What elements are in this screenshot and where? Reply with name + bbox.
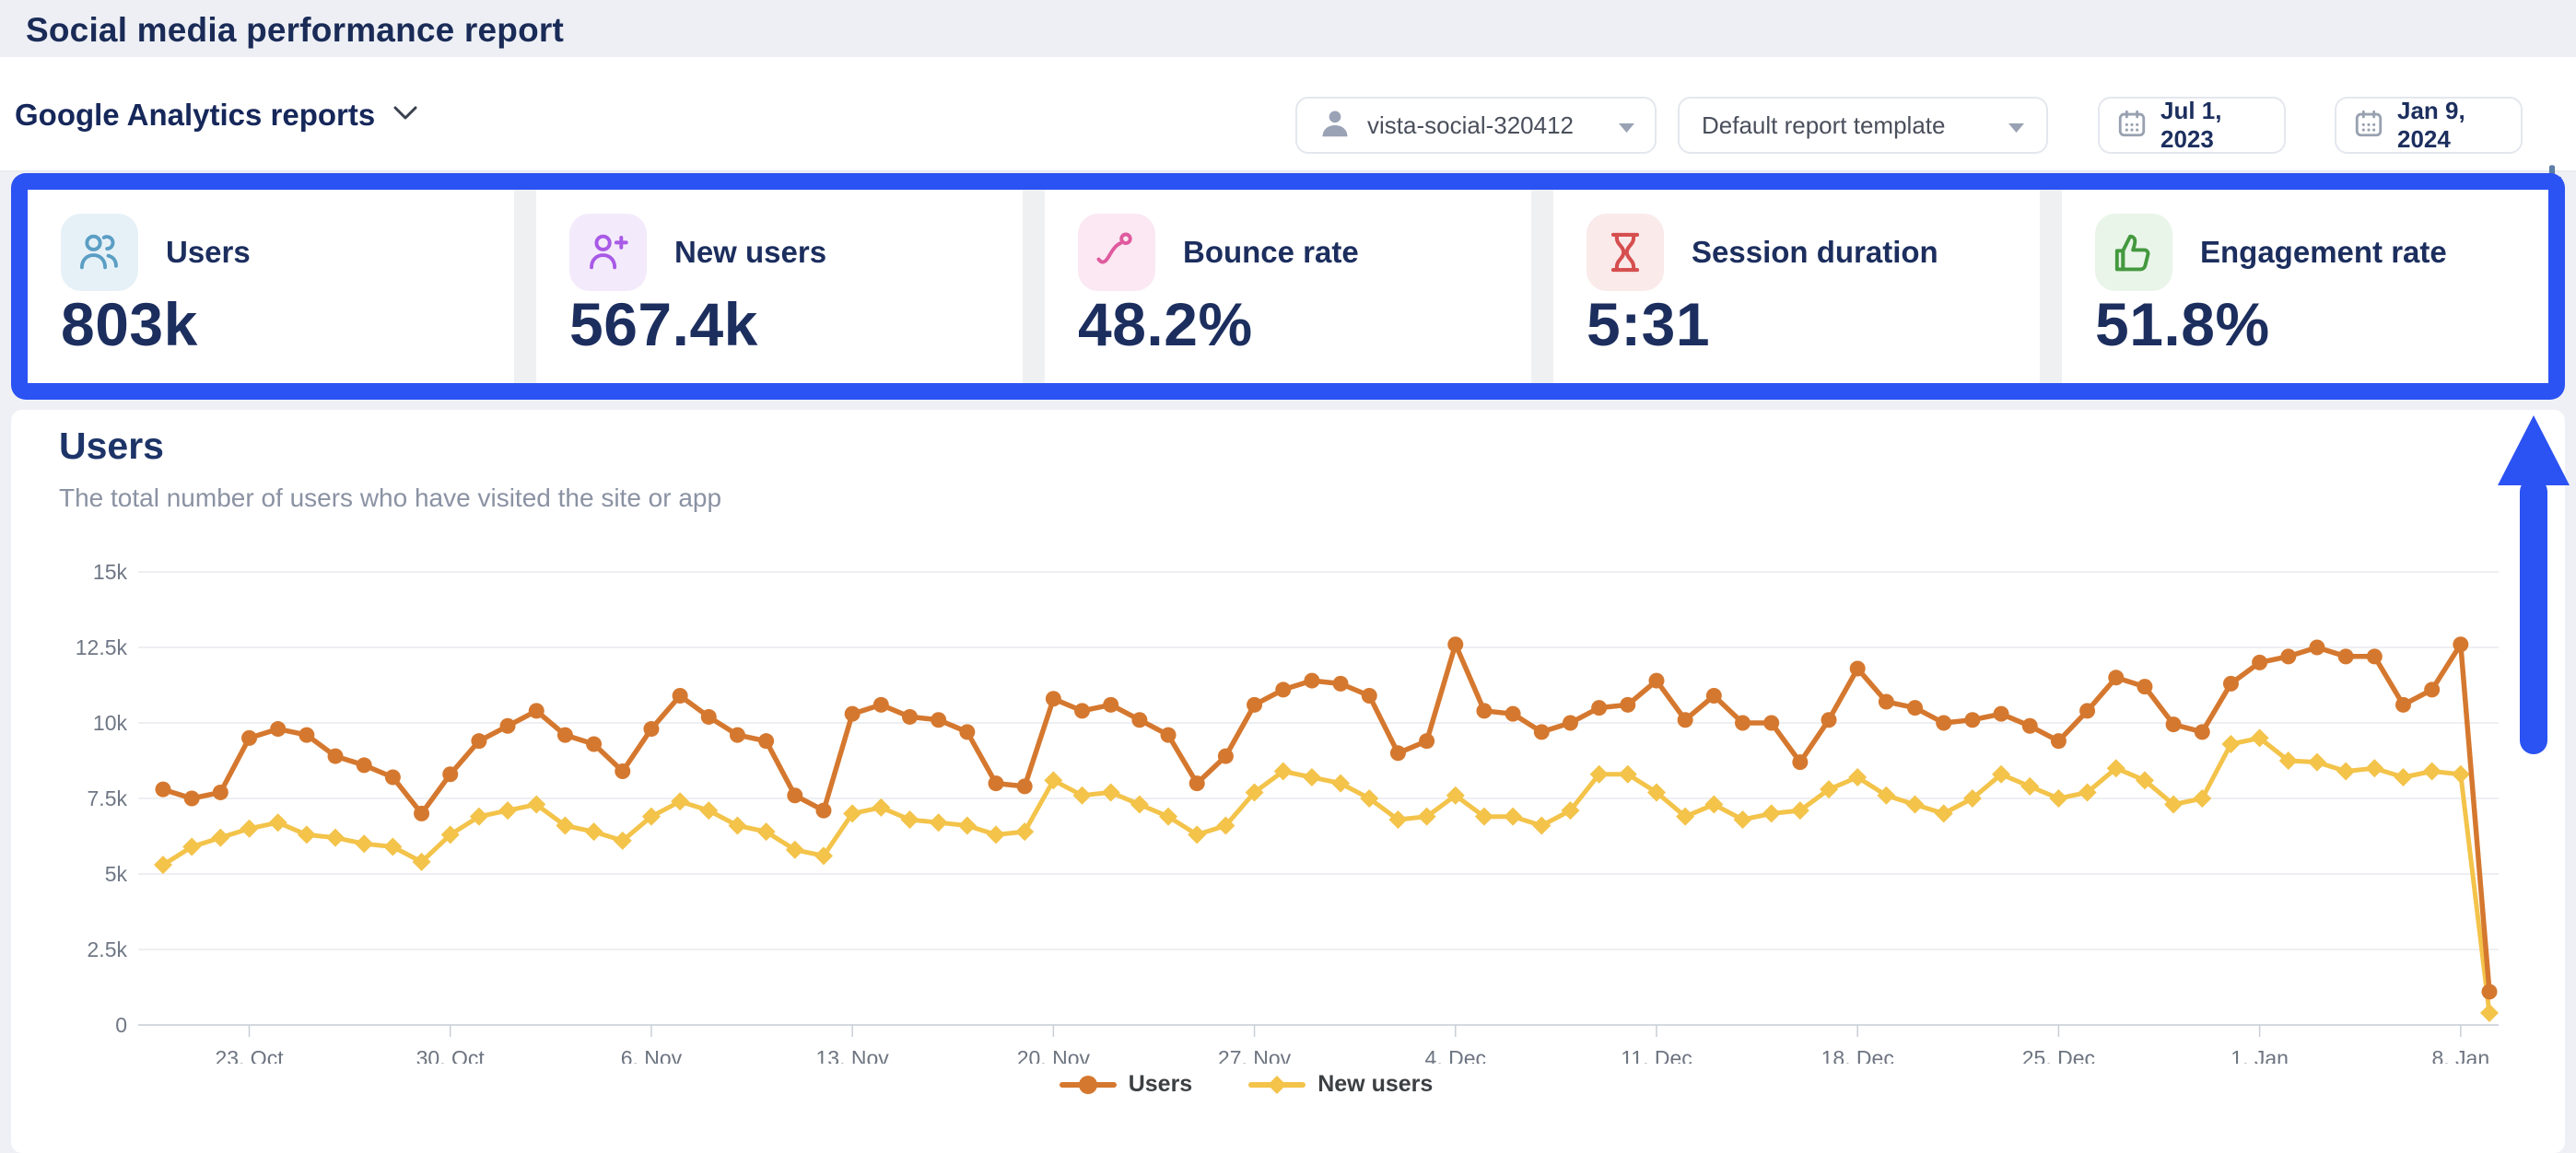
caret-down-icon: [2008, 121, 2024, 130]
date-from-label: Jul 1, 2023: [2160, 97, 2267, 154]
legend-item-users[interactable]: Users: [1059, 1071, 1193, 1098]
legend-label: New users: [1317, 1071, 1433, 1098]
kpi-card-session-duration: Session duration 5:31: [1553, 190, 2040, 383]
report-type-select[interactable]: Google Analytics reports: [15, 87, 417, 144]
date-to-picker[interactable]: Jan 9, 2024: [2335, 97, 2523, 154]
person-add-icon: [569, 214, 647, 291]
svg-text:30. Oct: 30. Oct: [416, 1046, 486, 1064]
kpi-value: 51.8%: [2095, 289, 2270, 359]
kpi-label: Bounce rate: [1183, 214, 1359, 291]
kpi-label: Session duration: [1692, 214, 1938, 291]
chart-subtitle: The total number of users who have visit…: [59, 483, 721, 513]
kpi-value: 48.2%: [1078, 289, 1253, 359]
hourglass-icon: [1587, 214, 1664, 291]
caret-down-icon: [1619, 121, 1634, 130]
users-chart-card: Users The total number of users who have…: [11, 410, 2565, 1153]
page-title: Social media performance report: [26, 0, 564, 57]
svg-text:11. Dec: 11. Dec: [1621, 1046, 1692, 1064]
svg-text:18. Dec: 18. Dec: [1821, 1046, 1894, 1064]
kpi-summary-row: Users 803k New users 567.4k Bounce rate …: [11, 173, 2565, 400]
kpi-value: 803k: [61, 289, 198, 359]
template-select[interactable]: Default report template: [1678, 97, 2048, 154]
chevron-down-icon: [393, 106, 417, 125]
svg-text:1. Jan: 1. Jan: [2231, 1046, 2289, 1064]
svg-text:6. Nov: 6. Nov: [621, 1046, 683, 1064]
legend-label: Users: [1129, 1071, 1193, 1098]
calendar-icon: [2116, 108, 2148, 144]
svg-text:0: 0: [115, 1013, 127, 1037]
svg-text:20. Nov: 20. Nov: [1017, 1046, 1091, 1064]
highlight-up-arrow: [2491, 412, 2576, 762]
kpi-value: 5:31: [1587, 289, 1710, 359]
calendar-icon: [2353, 108, 2384, 144]
svg-text:10k: 10k: [93, 711, 128, 735]
kpi-card-users: Users 803k: [28, 190, 514, 383]
legend-item-new-users[interactable]: New users: [1247, 1071, 1433, 1098]
svg-text:13. Nov: 13. Nov: [816, 1046, 890, 1064]
toolbar: Google Analytics reports vista-social-32…: [0, 57, 2576, 172]
kpi-label: Engagement rate: [2200, 214, 2447, 291]
svg-text:12.5k: 12.5k: [76, 635, 128, 659]
avatar-icon: [1317, 106, 1352, 146]
svg-text:27. Nov: 27. Nov: [1218, 1046, 1292, 1064]
report-type-label: Google Analytics reports: [15, 98, 375, 133]
kpi-card-new-users: New users 567.4k: [536, 190, 1023, 383]
kpi-card-bounce-rate: Bounce rate 48.2%: [1045, 190, 1531, 383]
users-line-chart: 15k 12.5k 10k 7.5k 5k 2.5k 0 23. Oct 30. Oct 6. N…: [64, 548, 2534, 1064]
kpi-label: New users: [674, 214, 826, 291]
chart-title: Users: [59, 425, 164, 468]
svg-text:7.5k: 7.5k: [88, 786, 128, 810]
svg-text:25. Dec: 25. Dec: [2022, 1046, 2095, 1064]
top-header-bar: Social media performance report: [0, 0, 2576, 57]
template-label: Default report template: [1702, 111, 2008, 140]
svg-text:8. Jan: 8. Jan: [2431, 1046, 2489, 1064]
chart-legend: Users New users: [11, 1071, 2480, 1098]
bounce-icon: [1078, 214, 1155, 291]
legend-marker-icon: [1059, 1075, 1118, 1095]
kpi-value: 567.4k: [569, 289, 758, 359]
svg-text:23. Oct: 23. Oct: [215, 1046, 284, 1064]
thumbs-up-icon: [2095, 214, 2172, 291]
profile-label: vista-social-320412: [1367, 111, 1604, 140]
svg-text:4. Dec: 4. Dec: [1425, 1046, 1486, 1064]
users-icon: [61, 214, 138, 291]
kpi-card-engagement-rate: Engagement rate 51.8%: [2062, 190, 2548, 383]
date-from-picker[interactable]: Jul 1, 2023: [2098, 97, 2286, 154]
svg-text:2.5k: 2.5k: [88, 938, 128, 961]
profile-select[interactable]: vista-social-320412: [1295, 97, 1657, 154]
kpi-label: Users: [166, 214, 251, 291]
date-to-label: Jan 9, 2024: [2397, 97, 2504, 154]
svg-text:5k: 5k: [105, 862, 128, 886]
svg-text:15k: 15k: [93, 560, 128, 584]
legend-marker-icon: [1247, 1075, 1306, 1095]
